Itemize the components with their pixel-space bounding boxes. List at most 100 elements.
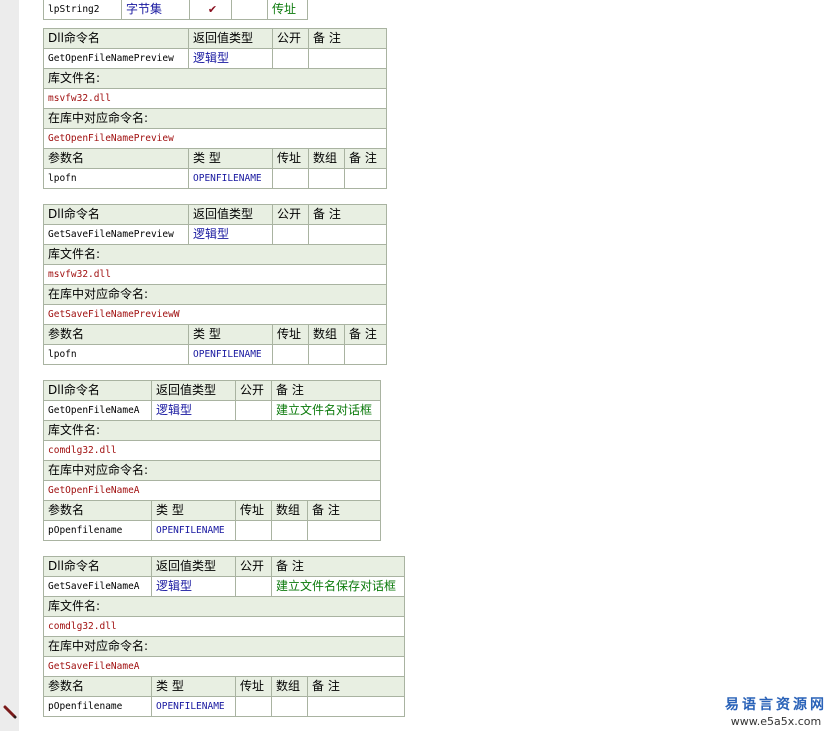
dll-cmd-header: Dll命令名 (43, 204, 189, 225)
array-cell (231, 0, 268, 20)
array-header: 数组 (271, 500, 308, 521)
dll-command-table-getsavefilenamepreview: Dll命令名 返回值类型 公开 备 注 GetSaveFileNamePrevi… (42, 204, 388, 365)
lib-file-value[interactable]: comdlg32.dll (42, 440, 382, 461)
byref-header: 传址 (235, 500, 272, 521)
lib-cmd-value[interactable]: GetSaveFileNamePreviewW (42, 304, 388, 325)
lib-file-header: 库文件名: (42, 244, 388, 265)
note-value[interactable]: 建立文件名对话框 (270, 400, 382, 421)
array-value[interactable] (308, 344, 345, 365)
site-watermark: 易语言资源网 www.e5a5x.com (725, 694, 827, 728)
lib-cmd-value[interactable]: GetSaveFileNameA (42, 656, 406, 677)
param-type-value[interactable]: OPENFILENAME (151, 520, 236, 541)
ret-type-value[interactable]: 逻辑型 (151, 400, 236, 421)
lib-cmd-header: 在库中对应命令名: (42, 284, 388, 305)
byref-value[interactable] (235, 696, 272, 717)
param-note-value[interactable] (343, 344, 388, 365)
watermark-title: 易语言资源网 (725, 697, 827, 713)
param-name-header: 参数名 (43, 148, 189, 169)
pencil-icon[interactable] (3, 704, 18, 719)
param-note-header: 备 注 (306, 500, 382, 521)
public-value[interactable] (235, 400, 272, 421)
public-header: 公开 (235, 380, 272, 401)
byref-check-icon[interactable]: ✔ (189, 0, 232, 20)
dll-command-table-getopenfilenamepreview: Dll命令名 返回值类型 公开 备 注 GetOpenFileNamePrevi… (42, 28, 388, 189)
note-value[interactable] (307, 48, 388, 69)
note-cell: 传址 (267, 0, 308, 20)
ret-type-header: 返回值类型 (151, 556, 236, 577)
public-value[interactable] (235, 576, 272, 597)
note-header: 备 注 (270, 380, 382, 401)
param-type-header: 类 型 (151, 500, 236, 521)
lib-cmd-header: 在库中对应命令名: (42, 108, 388, 129)
param-type-cell: 字节集 (121, 0, 190, 20)
lib-file-value[interactable]: msvfw32.dll (42, 264, 388, 285)
param-note-header: 备 注 (343, 324, 388, 345)
note-value[interactable]: 建立文件名保存对话框 (270, 576, 406, 597)
lib-file-value[interactable]: msvfw32.dll (42, 88, 388, 109)
dll-cmd-row[interactable]: GetSaveFileNamePreview 逻辑型 (43, 224, 388, 245)
param-note-header: 备 注 (306, 676, 406, 697)
array-header: 数组 (308, 324, 345, 345)
param-type-value[interactable]: OPENFILENAME (188, 344, 273, 365)
lib-file-header: 库文件名: (42, 68, 388, 89)
public-header: 公开 (235, 556, 272, 577)
ret-type-value[interactable]: 逻辑型 (188, 48, 273, 69)
param-table-partial: lpString2 字节集 ✔ 传址 (43, 0, 308, 20)
dll-command-table-getsavefilenamea: Dll命令名 返回值类型 公开 备 注 GetSaveFileNameA 逻辑型… (42, 556, 406, 717)
param-note-value[interactable] (306, 520, 382, 541)
dll-cmd-name[interactable]: GetSaveFileNamePreview (43, 224, 189, 245)
param-note-value[interactable] (343, 168, 388, 189)
lib-cmd-header: 在库中对应命令名: (42, 636, 406, 657)
dll-cmd-row[interactable]: GetSaveFileNameA 逻辑型 建立文件名保存对话框 (43, 576, 406, 597)
ret-type-header: 返回值类型 (151, 380, 236, 401)
param-name-value[interactable]: lpofn (43, 168, 189, 189)
byref-value[interactable] (272, 168, 309, 189)
param-row[interactable]: lpofn OPENFILENAME (43, 168, 388, 189)
param-name-header: 参数名 (43, 500, 152, 521)
array-header: 数组 (308, 148, 345, 169)
param-type-value[interactable]: OPENFILENAME (188, 168, 273, 189)
ret-type-value[interactable]: 逻辑型 (188, 224, 273, 245)
param-row[interactable]: pOpenfilename OPENFILENAME (43, 520, 382, 541)
note-header: 备 注 (307, 204, 388, 225)
array-header: 数组 (271, 676, 308, 697)
param-row[interactable]: lpString2 字节集 ✔ 传址 (43, 0, 308, 20)
dll-cmd-name[interactable]: GetOpenFileNameA (43, 400, 152, 421)
ret-type-value[interactable]: 逻辑型 (151, 576, 236, 597)
param-type-header: 类 型 (188, 324, 273, 345)
dll-cmd-name[interactable]: GetOpenFileNamePreview (43, 48, 189, 69)
byref-header: 传址 (272, 324, 309, 345)
array-value[interactable] (271, 520, 308, 541)
lib-cmd-value[interactable]: GetOpenFileNameA (42, 480, 382, 501)
param-row[interactable]: pOpenfilename OPENFILENAME (43, 696, 406, 717)
param-name-value[interactable]: pOpenfilename (43, 696, 152, 717)
param-type-value[interactable]: OPENFILENAME (151, 696, 236, 717)
public-header: 公开 (272, 204, 309, 225)
public-value[interactable] (272, 48, 309, 69)
note-header: 备 注 (307, 28, 388, 49)
byref-value[interactable] (235, 520, 272, 541)
param-name-value[interactable]: lpofn (43, 344, 189, 365)
dll-cmd-name[interactable]: GetSaveFileNameA (43, 576, 152, 597)
param-note-header: 备 注 (343, 148, 388, 169)
dll-cmd-row[interactable]: GetOpenFileNameA 逻辑型 建立文件名对话框 (43, 400, 382, 421)
param-type-header: 类 型 (188, 148, 273, 169)
dll-cmd-row[interactable]: GetOpenFileNamePreview 逻辑型 (43, 48, 388, 69)
param-name-value[interactable]: pOpenfilename (43, 520, 152, 541)
param-note-value[interactable] (306, 696, 406, 717)
public-value[interactable] (272, 224, 309, 245)
param-type-header: 类 型 (151, 676, 236, 697)
note-value[interactable] (307, 224, 388, 245)
array-value[interactable] (271, 696, 308, 717)
lib-file-header: 库文件名: (42, 420, 382, 441)
lib-file-header: 库文件名: (42, 596, 406, 617)
watermark-url: www.e5a5x.com (730, 715, 822, 728)
ret-type-header: 返回值类型 (188, 204, 273, 225)
lib-file-value[interactable]: comdlg32.dll (42, 616, 406, 637)
param-row[interactable]: lpofn OPENFILENAME (43, 344, 388, 365)
array-value[interactable] (308, 168, 345, 189)
param-name-header: 参数名 (43, 324, 189, 345)
lib-cmd-value[interactable]: GetOpenFileNamePreview (42, 128, 388, 149)
dll-cmd-header: Dll命令名 (43, 28, 189, 49)
byref-value[interactable] (272, 344, 309, 365)
